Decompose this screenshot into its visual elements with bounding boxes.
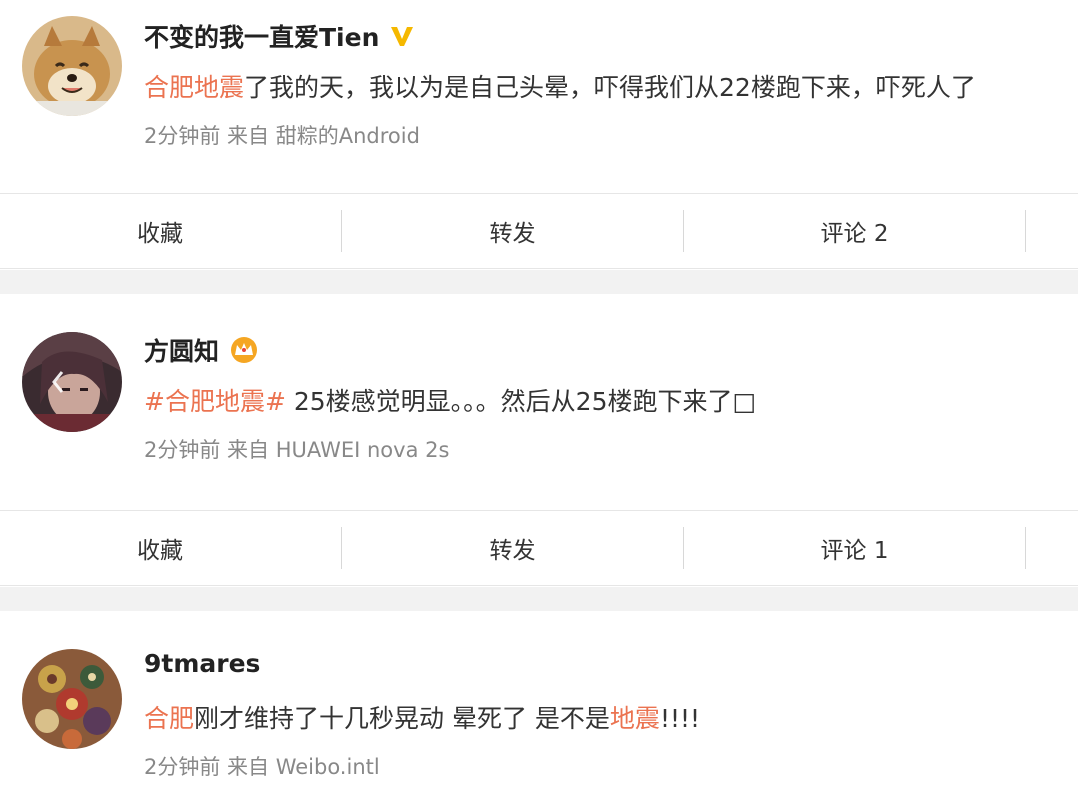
- post-meta: 2分钟前 来自 HUAWEI nova 2s: [144, 438, 450, 462]
- post-gap: [0, 587, 1078, 611]
- anime-avatar-image: [22, 332, 122, 432]
- post-meta: 2分钟前 来自 Weibo.intl: [144, 755, 380, 779]
- username[interactable]: 不变的我一直爱Tien: [144, 18, 415, 54]
- post-content: 合肥刚才维持了十几秒晃动 晕死了 是不是地震!!!!: [144, 699, 700, 735]
- post-meta: 2分钟前 来自 甜粽的Android: [144, 124, 420, 148]
- post-card: 方圆知 #合肥地震# 25楼感觉明显。。。然后从25楼跑下来了□ 2分钟前 来自…: [0, 294, 1078, 587]
- post-content: #合肥地震# 25楼感觉明显。。。然后从25楼跑下来了□: [144, 382, 756, 418]
- verified-v-icon: [389, 24, 415, 48]
- avatar[interactable]: [22, 649, 122, 749]
- topic-link[interactable]: 合肥: [144, 704, 194, 733]
- username-text[interactable]: 不变的我一直爱Tien: [144, 18, 379, 54]
- avatar[interactable]: [22, 332, 122, 432]
- username[interactable]: 9tmares: [144, 649, 260, 678]
- shiba-avatar-image: [22, 16, 122, 116]
- hashtag-mark[interactable]: #: [144, 387, 165, 416]
- pattern-avatar-image: [22, 649, 122, 749]
- divider: [1025, 210, 1026, 252]
- action-bar: 收藏 转发 评论 2: [0, 193, 1078, 269]
- repost-button[interactable]: 转发: [342, 511, 683, 585]
- post-text: 刚才维持了十几秒晃动 晕死了 是不是: [194, 704, 610, 733]
- topic-link[interactable]: 地震: [610, 704, 660, 733]
- divider: [1025, 527, 1026, 569]
- post-text: 25楼感觉明显。。。然后从25楼跑下来了□: [285, 387, 757, 416]
- post-card: 9tmares 合肥刚才维持了十几秒晃动 晕死了 是不是地震!!!! 2分钟前 …: [0, 611, 1078, 802]
- topic-link[interactable]: 合肥地震: [165, 387, 265, 416]
- topic-link[interactable]: 合肥地震: [144, 73, 244, 102]
- post-content: 合肥地震了我的天，我以为是自己头晕，吓得我们从22楼跑下来，吓死人了: [144, 68, 976, 104]
- post-text: !!!!: [659, 704, 701, 733]
- post-gap: [0, 270, 1078, 294]
- username-text[interactable]: 9tmares: [144, 649, 260, 678]
- post-text: 了我的天，我以为是自己头晕，吓得我们从22楼跑下来，吓死人了: [244, 73, 976, 102]
- action-bar: 收藏 转发 评论 1: [0, 510, 1078, 586]
- username[interactable]: 方圆知: [144, 332, 259, 368]
- crown-icon: [229, 336, 259, 364]
- comment-button[interactable]: 评论 2: [684, 194, 1025, 268]
- favorite-button[interactable]: 收藏: [0, 194, 341, 268]
- favorite-button[interactable]: 收藏: [0, 511, 341, 585]
- hashtag-mark[interactable]: #: [265, 387, 286, 416]
- repost-button[interactable]: 转发: [342, 194, 683, 268]
- avatar[interactable]: [22, 16, 122, 116]
- comment-button[interactable]: 评论 1: [684, 511, 1025, 585]
- username-text[interactable]: 方圆知: [144, 332, 219, 368]
- post-card: 不变的我一直爱Tien 合肥地震了我的天，我以为是自己头晕，吓得我们从22楼跑下…: [0, 0, 1078, 270]
